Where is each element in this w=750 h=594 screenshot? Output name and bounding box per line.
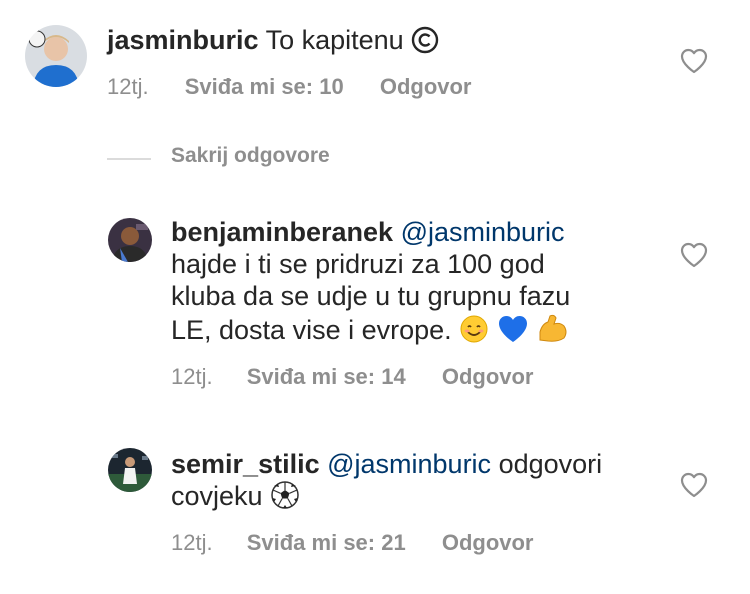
comment-meta: 12tj. Sviđa mi se: 14 Odgovor — [171, 364, 534, 390]
timestamp[interactable]: 12tj. — [107, 74, 149, 100]
likes-count[interactable]: Sviđa mi se: 21 — [247, 530, 406, 556]
comment-body: semir_stilic @jasminburic odgovori covje… — [171, 448, 661, 517]
mention-link[interactable]: @jasminburic — [401, 217, 565, 247]
comment-text: To kapitenu — [265, 25, 404, 55]
comment-text: odgovori — [498, 449, 603, 479]
avatar[interactable] — [108, 448, 152, 492]
soccer-ball-icon — [270, 480, 300, 517]
comment-text-line: LE, dosta vise i evrope. — [171, 315, 452, 345]
comment-body: benjaminberanek @jasminburic hajde i ti … — [171, 216, 661, 351]
username[interactable]: semir_stilic — [171, 449, 320, 479]
like-heart-icon[interactable] — [680, 48, 708, 74]
likes-count[interactable]: Sviđa mi se: 10 — [185, 74, 344, 100]
divider-line — [107, 158, 151, 160]
comment-body: jasminburic To kapitenu — [107, 24, 439, 61]
likes-count[interactable]: Sviđa mi se: 14 — [247, 364, 406, 390]
mention-link[interactable]: @jasminburic — [327, 449, 491, 479]
reply-button[interactable]: Odgovor — [442, 530, 534, 556]
flexed-biceps-icon — [536, 312, 570, 351]
like-heart-icon[interactable] — [680, 242, 708, 268]
hide-replies-label[interactable]: Sakrij odgovore — [171, 144, 330, 168]
timestamp[interactable]: 12tj. — [171, 364, 213, 390]
timestamp[interactable]: 12tj. — [171, 530, 213, 556]
username[interactable]: benjaminberanek — [171, 217, 393, 247]
reply-button[interactable]: Odgovor — [442, 364, 534, 390]
smiling-face-icon — [459, 314, 489, 351]
copyright-icon — [411, 26, 439, 61]
like-heart-icon[interactable] — [680, 472, 708, 498]
avatar[interactable] — [25, 25, 87, 87]
comment-text-line: covjeku — [171, 481, 263, 511]
comment-meta: 12tj. Sviđa mi se: 10 Odgovor — [107, 74, 472, 100]
avatar[interactable] — [108, 218, 152, 262]
blue-heart-icon — [497, 314, 529, 351]
comment-text-line: kluba da se udje u tu grupnu fazu — [171, 281, 571, 311]
reply-button[interactable]: Odgovor — [380, 74, 472, 100]
comment-text-line: hajde i ti se pridruzi za 100 god — [171, 249, 545, 279]
username[interactable]: jasminburic — [107, 25, 259, 55]
comment-meta: 12tj. Sviđa mi se: 21 Odgovor — [171, 530, 534, 556]
